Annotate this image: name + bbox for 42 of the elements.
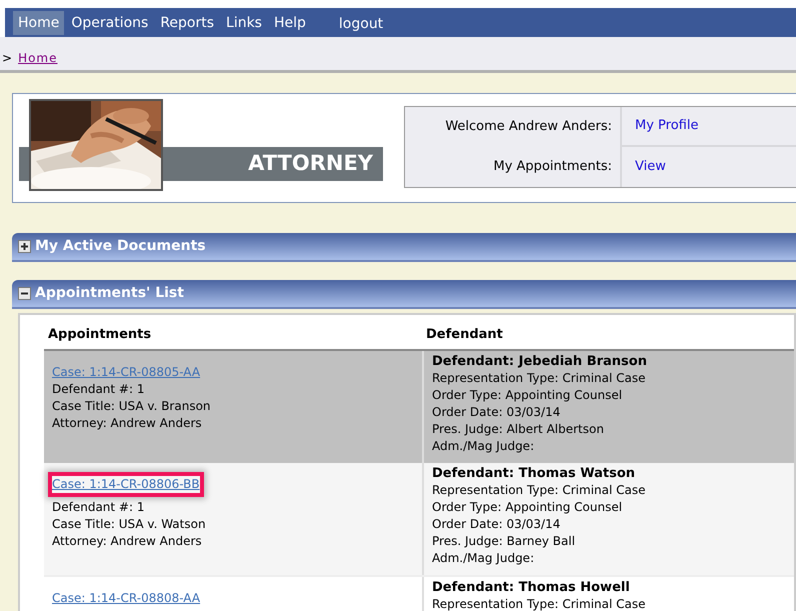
appointment-detail: Attorney: Andrew Anders bbox=[52, 415, 203, 432]
table-row[interactable] bbox=[44, 463, 794, 577]
nav-item[interactable]: Operations bbox=[66, 10, 154, 34]
defendant-detail: Pres. Judge: Barney Ball bbox=[432, 533, 576, 550]
defendant-detail: Order Type: Appointing Counsel bbox=[432, 499, 624, 516]
expand-icon[interactable] bbox=[18, 240, 31, 253]
defendant-detail: Representation Type: Criminal Case bbox=[432, 482, 647, 499]
defendant-detail: Adm./Mag Judge: bbox=[432, 550, 536, 567]
info-label: Welcome Andrew Anders: bbox=[444, 118, 613, 136]
appointment-detail: Defendant #: 1 bbox=[52, 499, 146, 516]
appointment-detail: Defendant #: 1 bbox=[52, 381, 146, 398]
table-row[interactable] bbox=[44, 351, 794, 463]
table-row[interactable]: Case: 1:14-CR-08808-AA Defendant: Thomas Howell Representation Type: Criminal Case bbox=[44, 577, 794, 611]
case-link[interactable]: Case: 1:14-CR-08808-AA bbox=[52, 590, 200, 607]
defendant-detail: Order Type: Appointing Counsel bbox=[432, 387, 624, 404]
logout-link[interactable]: logout bbox=[338, 14, 384, 35]
panel-title: Appointments' List bbox=[35, 284, 184, 303]
defendant-detail: Adm./Mag Judge: bbox=[432, 438, 536, 455]
info-link[interactable]: My Profile bbox=[620, 107, 796, 147]
appointment-detail: Attorney: Andrew Anders bbox=[52, 533, 203, 550]
panel-title: My Active Documents bbox=[35, 237, 206, 256]
info-label: My Appointments: bbox=[492, 158, 613, 176]
defendant-detail: Representation Type: Criminal Case bbox=[432, 596, 647, 611]
column-header: Appointments bbox=[47, 326, 152, 344]
defendant-name: Defendant: Thomas Watson bbox=[432, 465, 636, 482]
breadcrumb-link[interactable]: Home bbox=[18, 49, 58, 67]
defendant-detail: Order Date: 03/03/14 bbox=[432, 516, 562, 533]
info-link[interactable]: View bbox=[620, 147, 796, 187]
nav-item[interactable]: Home bbox=[13, 10, 64, 34]
defendant-detail: Order Date: 03/03/14 bbox=[432, 404, 562, 421]
appointment-detail: Case Title: USA v. Watson bbox=[52, 516, 207, 533]
nav-item[interactable]: Help bbox=[268, 10, 311, 34]
collapse-icon[interactable] bbox=[18, 287, 31, 300]
nav-item[interactable]: Reports bbox=[155, 10, 220, 34]
defendant-name: Defendant: Jebediah Branson bbox=[432, 353, 648, 370]
defendant-name: Defendant: Thomas Howell bbox=[432, 579, 631, 596]
nav-item[interactable]: Links bbox=[221, 10, 267, 34]
breadcrumb-separator: > bbox=[2, 50, 12, 67]
appointment-detail: Case Title: USA v. Branson bbox=[52, 398, 212, 415]
defendant-detail: Pres. Judge: Albert Albertson bbox=[432, 421, 605, 438]
defendant-detail: Representation Type: Criminal Case bbox=[432, 370, 647, 387]
column-header: Defendant bbox=[425, 326, 503, 344]
